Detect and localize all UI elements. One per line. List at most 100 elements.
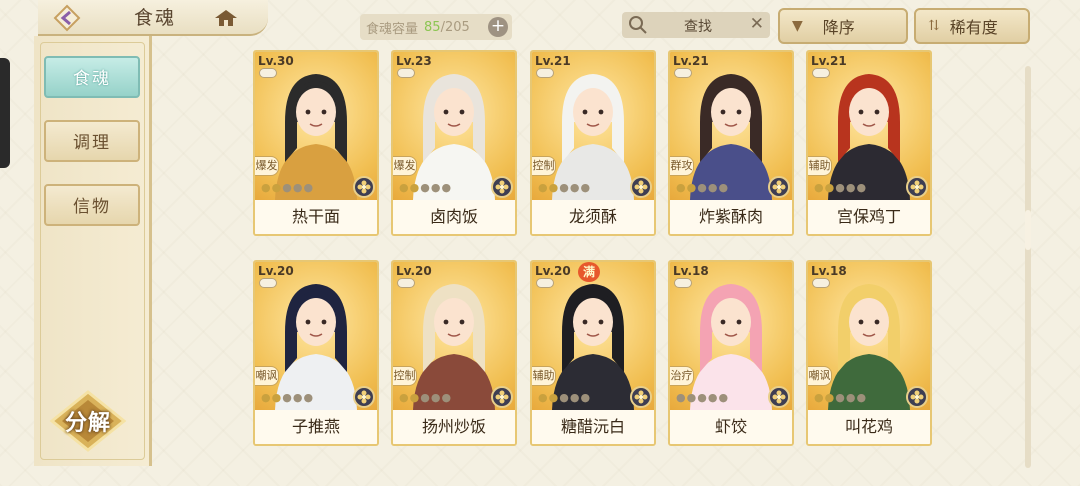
flower-icon [910, 180, 924, 194]
lock-toggle-icon[interactable] [397, 278, 415, 288]
sort-order-button[interactable]: ▼ 降序 [778, 8, 908, 44]
star-rating: ● ● ● ● ● [538, 180, 590, 196]
back-button[interactable] [52, 4, 82, 32]
flower-icon [772, 180, 786, 194]
page-title: 食魂 [133, 7, 176, 29]
star-filled-icon: ● [814, 181, 824, 194]
star-empty-icon: ● [580, 391, 591, 404]
star-filled-icon: ● [271, 391, 282, 404]
element-badge-icon [906, 176, 928, 198]
star-empty-icon: ● [845, 391, 856, 404]
flower-icon [495, 180, 509, 194]
food-soul-card[interactable]: Lv.21 控制 ● ● ● ● ● 龙须酥 [530, 50, 656, 236]
scrollbar-thumb[interactable] [1025, 210, 1031, 250]
role-tag: 嘲讽 [808, 366, 832, 386]
star-filled-icon: ● [814, 391, 824, 404]
lock-toggle-icon[interactable] [259, 68, 277, 78]
flower-icon [910, 390, 924, 404]
search-input[interactable]: 查找 ✕ [622, 12, 770, 38]
star-rating: ● ● ● ● ● [814, 180, 866, 196]
add-capacity-button[interactable]: + [488, 17, 508, 37]
star-empty-icon: ● [718, 181, 729, 194]
clear-search-icon[interactable]: ✕ [750, 14, 764, 34]
star-empty-icon: ● [856, 391, 867, 404]
lock-toggle-icon[interactable] [674, 68, 692, 78]
role-tag: 辅助 [808, 156, 832, 176]
star-empty-icon: ● [559, 181, 569, 194]
max-badge: 满 [578, 262, 600, 282]
decompose-button[interactable]: 分解 [48, 390, 128, 452]
tab-tokens[interactable]: 信物 [44, 184, 140, 226]
food-soul-card[interactable]: Lv.23 爆发 ● ● ● ● ● 卤肉饭 [391, 50, 517, 236]
tab-cooking[interactable]: 调理 [44, 120, 140, 162]
star-empty-icon: ● [686, 391, 697, 404]
back-arrow-icon [53, 4, 81, 32]
star-empty-icon: ● [292, 181, 303, 194]
star-filled-icon: ● [409, 181, 420, 194]
food-soul-name: 糖醋沅白 [532, 410, 654, 444]
star-rating: ● ● ● ● ● [676, 390, 728, 406]
capacity-display: 食魂容量 85 /205 + [360, 14, 512, 40]
star-rating: ● ● ● ● ● [399, 390, 451, 406]
star-empty-icon: ● [430, 391, 441, 404]
lock-toggle-icon[interactable] [674, 278, 692, 288]
capacity-max: /205 [440, 19, 470, 35]
star-rating: ● ● ● ● ● [676, 180, 728, 196]
star-filled-icon: ● [261, 391, 271, 404]
food-soul-name: 扬州炒饭 [393, 410, 515, 444]
capacity-current: 85 [424, 19, 441, 35]
food-soul-card[interactable]: Lv.30 爆发 ● ● ● ● ● 热干面 [253, 50, 379, 236]
sort-swap-icon: ⇅ [928, 18, 940, 34]
food-soul-name: 宫保鸡丁 [808, 200, 930, 234]
level-label: Lv.18 [811, 264, 847, 278]
role-tag: 爆发 [393, 156, 417, 176]
food-soul-card[interactable]: Lv.21 群攻 ● ● ● ● ● 炸紫酥肉 [668, 50, 794, 236]
lock-toggle-icon[interactable] [259, 278, 277, 288]
star-rating: ● ● ● ● ● [538, 390, 590, 406]
star-filled-icon: ● [686, 181, 697, 194]
device-notch [0, 58, 10, 168]
star-empty-icon: ● [856, 181, 867, 194]
level-label: Lv.18 [673, 264, 709, 278]
scrollbar[interactable] [1025, 66, 1031, 468]
food-soul-card[interactable]: Lv.18 嘲讽 ● ● ● ● ● 叫花鸡 [806, 260, 932, 446]
star-empty-icon: ● [430, 181, 441, 194]
food-soul-card[interactable]: Lv.20 满 辅助 ● ● ● ● ● 糖醋沅白 [530, 260, 656, 446]
level-label: Lv.20 [396, 264, 432, 278]
lock-toggle-icon[interactable] [812, 68, 830, 78]
food-soul-name: 叫花鸡 [808, 410, 930, 444]
level-label: Lv.23 [396, 54, 432, 68]
lock-toggle-icon[interactable] [536, 278, 554, 288]
star-filled-icon: ● [824, 391, 835, 404]
level-label: Lv.21 [535, 54, 571, 68]
star-empty-icon: ● [845, 181, 856, 194]
flower-icon [495, 390, 509, 404]
element-badge-icon [491, 176, 513, 198]
food-soul-card[interactable]: Lv.20 嘲讽 ● ● ● ● ● 子推燕 [253, 260, 379, 446]
lock-toggle-icon[interactable] [812, 278, 830, 288]
role-tag: 辅助 [532, 366, 556, 386]
arrow-down-icon: ▼ [792, 18, 803, 34]
star-empty-icon: ● [569, 181, 580, 194]
food-soul-name: 炸紫酥肉 [670, 200, 792, 234]
star-empty-icon: ● [697, 181, 707, 194]
star-rating: ● ● ● ● ● [399, 180, 451, 196]
lock-toggle-icon[interactable] [397, 68, 415, 78]
lock-toggle-icon[interactable] [536, 68, 554, 78]
star-empty-icon: ● [707, 181, 718, 194]
food-soul-card[interactable]: Lv.18 治疗 ● ● ● ● ● 虾饺 [668, 260, 794, 446]
food-soul-card[interactable]: Lv.21 辅助 ● ● ● ● ● 宫保鸡丁 [806, 50, 932, 236]
star-empty-icon: ● [580, 181, 591, 194]
sort-key-button[interactable]: ⇅ 稀有度 [914, 8, 1030, 44]
star-empty-icon: ● [697, 391, 707, 404]
star-empty-icon: ● [441, 181, 452, 194]
element-badge-icon [630, 386, 652, 408]
tab-food-souls[interactable]: 食魂 [44, 56, 140, 98]
food-soul-card[interactable]: Lv.20 控制 ● ● ● ● ● 扬州炒饭 [391, 260, 517, 446]
star-empty-icon: ● [835, 391, 845, 404]
food-soul-name: 龙须酥 [532, 200, 654, 234]
element-badge-icon [353, 386, 375, 408]
home-button[interactable] [212, 6, 240, 30]
star-filled-icon: ● [538, 391, 548, 404]
star-filled-icon: ● [399, 181, 409, 194]
